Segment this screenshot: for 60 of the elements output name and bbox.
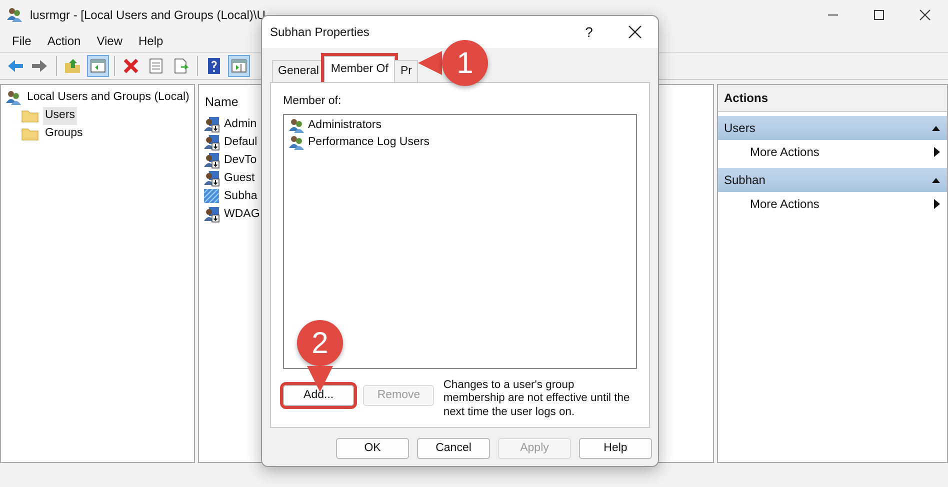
- list-item[interactable]: Administrators: [308, 117, 382, 134]
- cancel-button[interactable]: Cancel: [417, 438, 490, 459]
- pane-icon: [230, 57, 248, 75]
- pane-icon: [89, 57, 107, 75]
- user-icon: [203, 152, 220, 170]
- action-item[interactable]: More Actions: [718, 140, 947, 164]
- section-title: Users: [724, 120, 756, 137]
- submenu-arrow-icon: [933, 147, 941, 157]
- section-title: Subhan: [724, 172, 766, 189]
- list-item[interactable]: WDAG: [224, 206, 260, 224]
- menu-item[interactable]: View: [88, 32, 130, 50]
- list-item[interactable]: Guest: [224, 170, 255, 188]
- menu-item[interactable]: Help: [130, 32, 172, 50]
- list-item[interactable]: DevTo: [224, 152, 257, 170]
- arrow-icon: [418, 51, 442, 75]
- users-icon: [6, 6, 24, 24]
- group-icon: [288, 134, 305, 152]
- user-icon: [203, 116, 220, 134]
- help-button[interactable]: Help: [579, 438, 652, 459]
- tab[interactable]: Pr: [394, 60, 418, 82]
- note-text: Changes to a user's group membership are not effective until the next time the user logs on.: [443, 378, 631, 419]
- menu-item[interactable]: Action: [39, 32, 89, 50]
- tree-item[interactable]: Users: [43, 107, 78, 125]
- section-header[interactable]: Users: [718, 116, 947, 140]
- computer-users-icon: [5, 89, 23, 107]
- menu-item[interactable]: File: [4, 32, 40, 50]
- tree-item[interactable]: Groups: [43, 125, 85, 143]
- delete-icon: [122, 57, 140, 75]
- user-icon: [203, 206, 220, 224]
- group-label: Member of:: [283, 94, 342, 109]
- folder-arrow-icon: [64, 57, 82, 75]
- add-button[interactable]: Add...: [283, 384, 354, 406]
- tab[interactable]: Member Of: [324, 56, 396, 82]
- user-icon: [203, 134, 220, 152]
- action-item[interactable]: More Actions: [718, 192, 947, 216]
- collapse-icon: [931, 124, 941, 132]
- window-title: lusrmgr - [Local Users and Groups (Local)\U: [30, 7, 266, 24]
- close-icon[interactable]: [627, 24, 643, 40]
- properties-icon: [147, 57, 165, 75]
- account-icon: [203, 188, 220, 206]
- forward-arrow-icon: [31, 57, 49, 75]
- dialog-title: Subhan Properties: [270, 24, 370, 41]
- actions-header: Actions: [718, 85, 947, 112]
- help-icon: [205, 57, 223, 75]
- list-item[interactable]: Admin: [224, 116, 257, 134]
- list-item[interactable]: Performance Log Users: [308, 134, 430, 152]
- tree-item[interactable]: Local Users and Groups (Local): [27, 89, 190, 107]
- list-item[interactable]: Defaul: [224, 134, 258, 152]
- pane-button[interactable]: [87, 55, 109, 77]
- collapse-icon: [931, 176, 941, 184]
- ok-button[interactable]: OK: [336, 438, 409, 459]
- group-icon: [288, 117, 305, 134]
- list-item[interactable]: Subha: [224, 188, 258, 206]
- help-button[interactable]: ?: [566, 22, 612, 42]
- export-icon: [172, 57, 190, 75]
- back-arrow-icon: [6, 57, 24, 75]
- section-header[interactable]: Subhan: [718, 168, 947, 192]
- user-icon: [203, 170, 220, 188]
- submenu-arrow-icon: [933, 199, 941, 209]
- pane-button[interactable]: [228, 55, 250, 77]
